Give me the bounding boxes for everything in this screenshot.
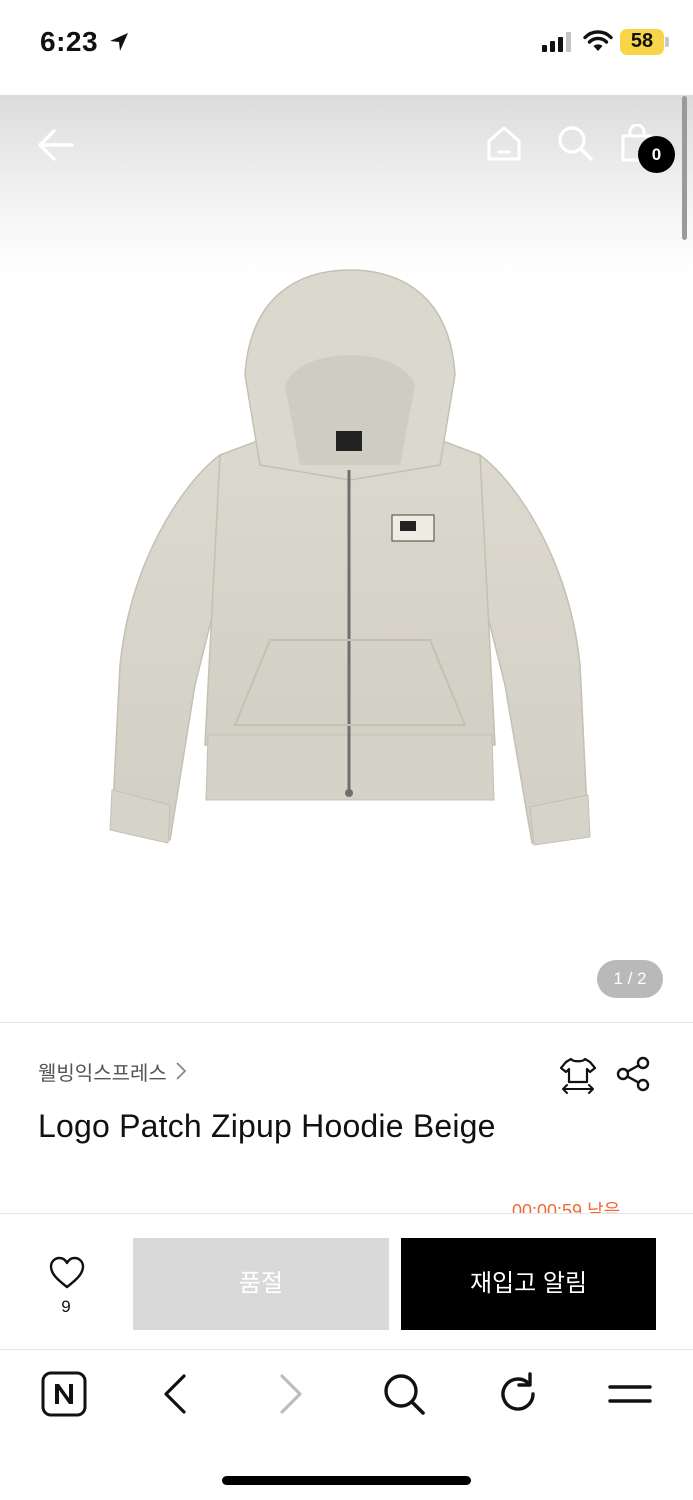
battery-level: 58 [630, 30, 654, 52]
divider [0, 1022, 693, 1023]
chevron-right-icon [176, 1062, 187, 1080]
product-image-hoodie[interactable] [100, 265, 600, 855]
heart-icon[interactable] [48, 1256, 86, 1290]
share-icon[interactable] [615, 1056, 651, 1092]
restock-alert-button[interactable]: 재입고 알림 [401, 1238, 656, 1330]
location-arrow-icon [110, 33, 128, 51]
refresh-icon[interactable] [494, 1370, 542, 1418]
size-guide-icon[interactable] [558, 1054, 598, 1094]
brand-link[interactable]: 웰빙익스프레스 [38, 1056, 187, 1086]
sold-out-button[interactable]: 품절 [133, 1238, 389, 1330]
search-icon[interactable] [380, 1370, 428, 1418]
menu-icon[interactable] [606, 1370, 654, 1418]
back-chevron-icon[interactable] [152, 1370, 200, 1418]
gallery-page-indicator: 1 / 2 [597, 960, 663, 998]
cart-count-badge[interactable]: 0 [638, 136, 675, 173]
cellular-signal-icon [542, 32, 571, 52]
battery-cap [665, 37, 669, 47]
search-icon[interactable] [556, 124, 594, 162]
home-indicator[interactable] [222, 1476, 471, 1485]
wifi-icon [583, 30, 613, 51]
product-title: Logo Patch Zipup Hoodie Beige [38, 1108, 496, 1144]
status-time: 6:23 [40, 26, 99, 57]
forward-chevron-icon[interactable] [266, 1370, 314, 1418]
like-count: 9 [61, 1297, 71, 1316]
back-arrow-icon[interactable] [36, 126, 76, 164]
home-icon[interactable] [485, 124, 523, 162]
brand-name: 웰빙익스프레스 [38, 1062, 167, 1085]
scrollbar[interactable] [682, 96, 687, 240]
naver-n-icon[interactable] [40, 1370, 88, 1418]
